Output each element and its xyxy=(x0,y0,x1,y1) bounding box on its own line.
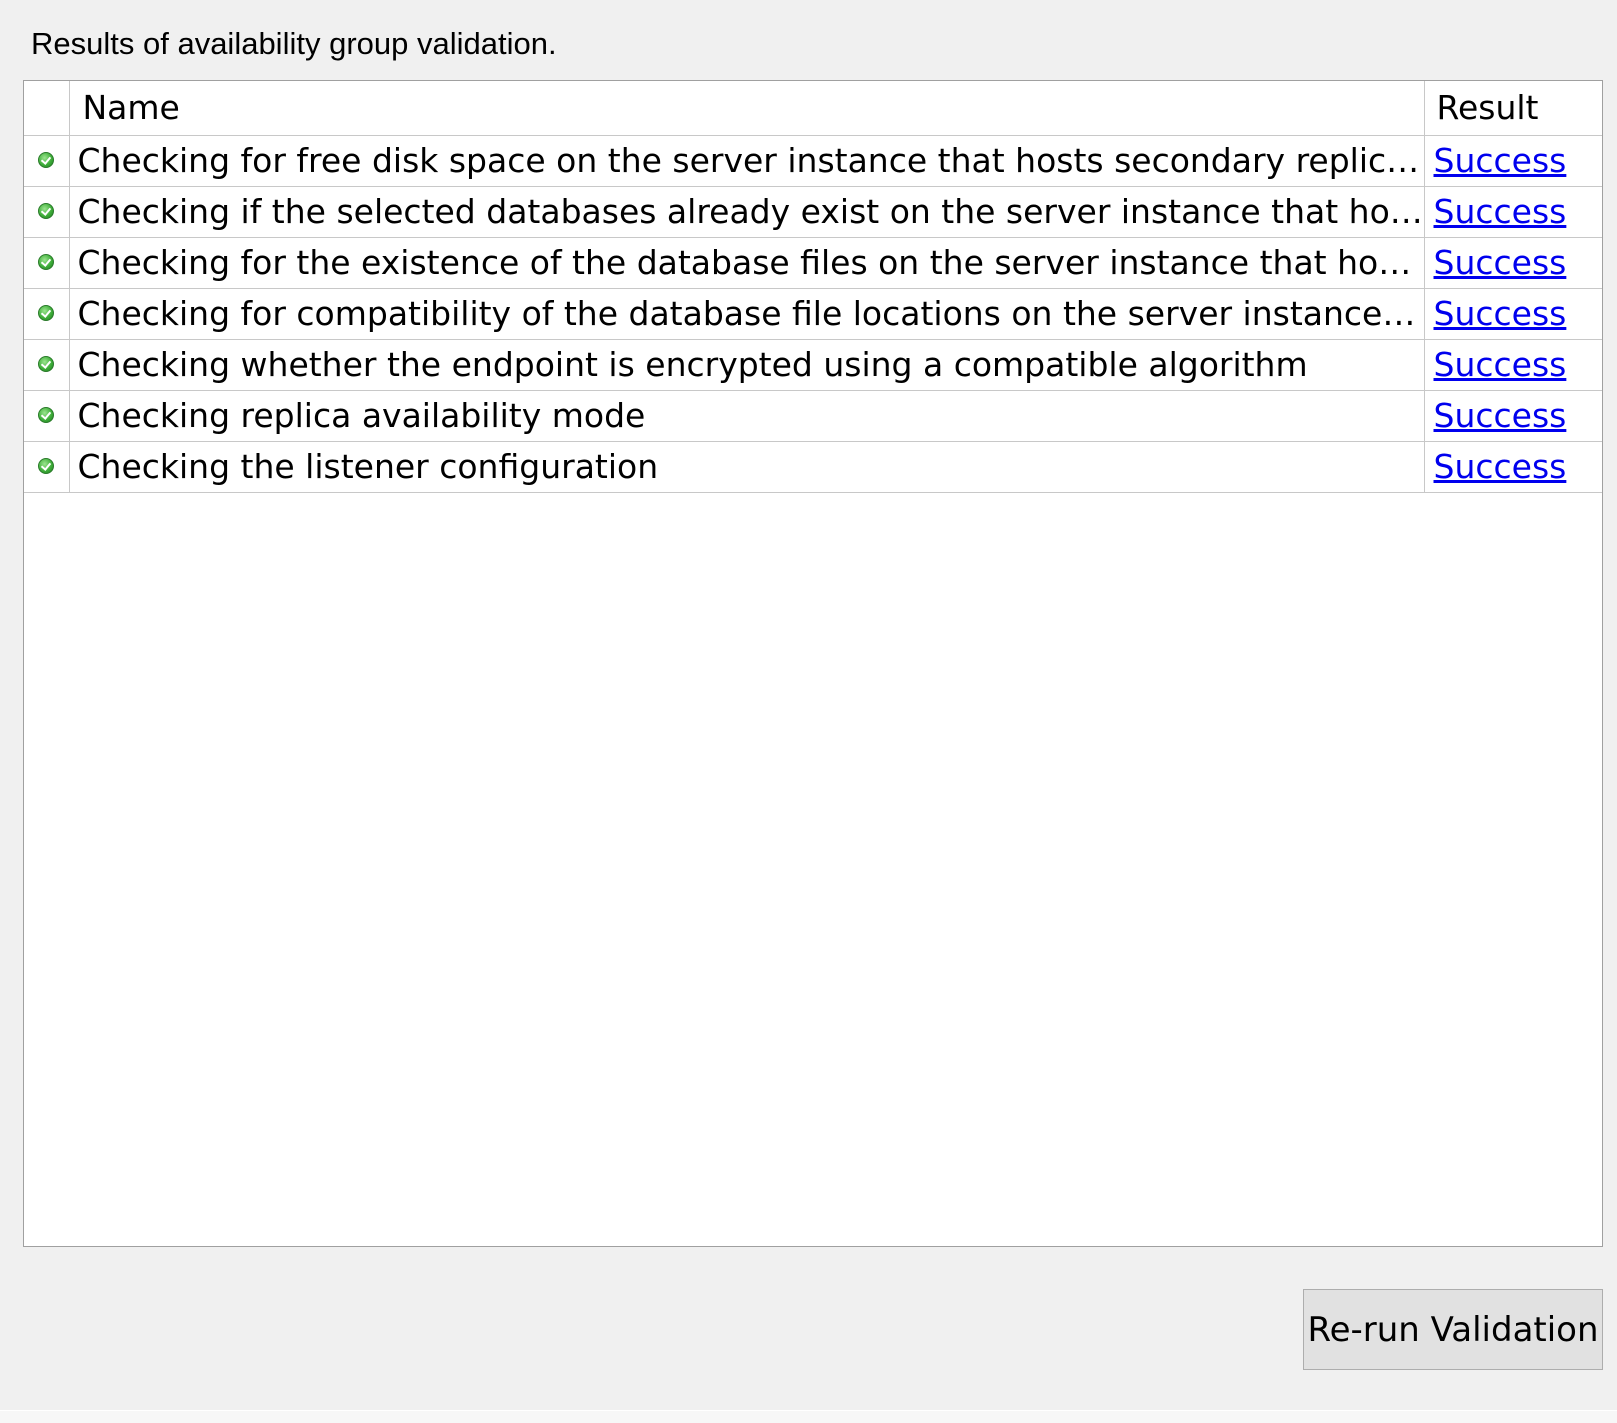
status-cell xyxy=(24,338,70,391)
table-row[interactable]: Checking whether the endpoint is encrypt… xyxy=(24,338,1602,391)
check-name: Checking for the existence of the databa… xyxy=(68,236,1425,289)
icon-column-header[interactable] xyxy=(24,81,70,136)
success-check-icon xyxy=(38,202,55,219)
table-header-row: Name Result xyxy=(24,81,1602,136)
check-name: Checking the listener configuration xyxy=(68,440,1425,493)
result-link[interactable]: Success xyxy=(1434,192,1567,231)
page-heading: Results of availability group validation… xyxy=(31,26,557,61)
table-row[interactable]: Checking replica availability mode Succe… xyxy=(24,389,1602,442)
result-cell: Success xyxy=(1423,440,1602,493)
table-row[interactable]: Checking for the existence of the databa… xyxy=(24,236,1602,289)
result-link[interactable]: Success xyxy=(1434,447,1567,486)
success-check-icon xyxy=(38,457,55,474)
table-row[interactable]: Checking for compatibility of the databa… xyxy=(24,287,1602,340)
status-cell xyxy=(24,236,70,289)
status-cell xyxy=(24,134,70,187)
status-cell xyxy=(24,287,70,340)
success-check-icon xyxy=(38,355,55,372)
success-check-icon xyxy=(38,253,55,270)
result-cell: Success xyxy=(1423,287,1602,340)
result-cell: Success xyxy=(1423,236,1602,289)
result-link[interactable]: Success xyxy=(1434,141,1567,180)
validation-results-table: Name Result Checking for free disk space… xyxy=(24,81,1602,493)
result-cell: Success xyxy=(1423,134,1602,187)
bottom-edge xyxy=(0,1410,1617,1423)
result-cell: Success xyxy=(1423,389,1602,442)
result-link[interactable]: Success xyxy=(1434,243,1567,282)
name-column-header[interactable]: Name xyxy=(68,81,1425,136)
check-name: Checking whether the endpoint is encrypt… xyxy=(68,338,1425,391)
check-name: Checking for free disk space on the serv… xyxy=(68,134,1425,187)
status-cell xyxy=(24,389,70,442)
success-check-icon xyxy=(38,151,55,168)
rerun-validation-button[interactable]: Re-run Validation xyxy=(1303,1289,1603,1370)
check-name: Checking for compatibility of the databa… xyxy=(68,287,1425,340)
result-cell: Success xyxy=(1423,338,1602,391)
result-column-header[interactable]: Result xyxy=(1423,81,1602,136)
result-link[interactable]: Success xyxy=(1434,396,1567,435)
check-name: Checking replica availability mode xyxy=(68,389,1425,442)
result-link[interactable]: Success xyxy=(1434,294,1567,333)
success-check-icon xyxy=(38,406,55,423)
check-name: Checking if the selected databases alrea… xyxy=(68,185,1425,238)
result-link[interactable]: Success xyxy=(1434,345,1567,384)
table-row[interactable]: Checking if the selected databases alrea… xyxy=(24,185,1602,238)
validation-results-grid[interactable]: Name Result Checking for free disk space… xyxy=(23,80,1603,1247)
table-row[interactable]: Checking the listener configuration Succ… xyxy=(24,440,1602,493)
status-cell xyxy=(24,185,70,238)
table-row[interactable]: Checking for free disk space on the serv… xyxy=(24,134,1602,187)
success-check-icon xyxy=(38,304,55,321)
result-cell: Success xyxy=(1423,185,1602,238)
status-cell xyxy=(24,440,70,493)
